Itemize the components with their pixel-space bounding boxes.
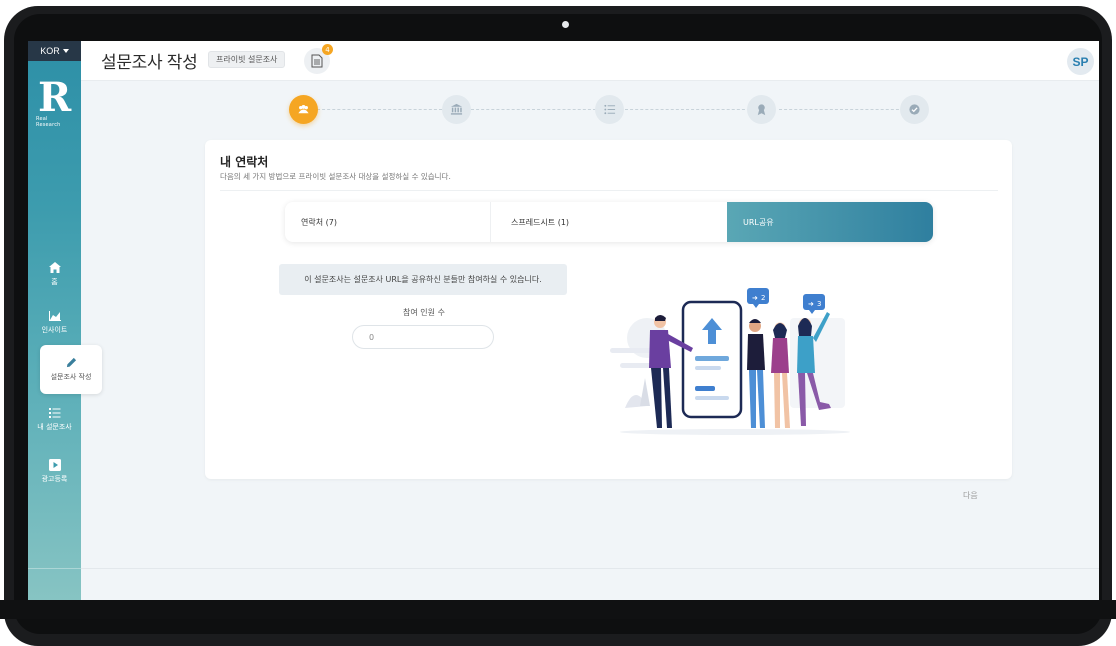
participant-count-label: 참여 인원 수: [403, 308, 445, 317]
step-questions[interactable]: [595, 95, 624, 124]
list-icon: [604, 104, 616, 115]
sidebar-item-label: 광고등록: [41, 475, 68, 483]
next-button[interactable]: 다음: [963, 490, 978, 501]
app-screen: KOR R Real Research 홈 인사이트 내 설문조사 광고등록 설…: [28, 41, 1099, 601]
document-count-badge: 4: [322, 44, 333, 55]
check-icon: [909, 104, 920, 115]
survey-type-badge: 프라이빗 설문조사: [208, 51, 286, 68]
sidebar-item-label: 홈: [51, 278, 58, 286]
sidebar-item-create-survey[interactable]: 설문조사 작성: [40, 345, 102, 394]
people-icon: [298, 104, 309, 114]
tab-url-share[interactable]: URL공유: [727, 202, 933, 242]
sidebar-divider: [28, 568, 81, 569]
sidebar-item-label: 설문조사 작성: [50, 373, 92, 381]
pencil-icon: [66, 357, 76, 368]
participant-count-input[interactable]: 0: [352, 325, 494, 349]
chevron-down-icon: [62, 49, 69, 53]
target-method-tabs: 연락처 (7) 스프레드시트 (1) URL공유: [285, 202, 933, 242]
stepper-connector: [779, 109, 904, 110]
step-organization[interactable]: [442, 95, 471, 124]
stepper-connector: [625, 109, 750, 110]
section-title: 내 연락처: [220, 155, 269, 169]
contacts-card: 내 연락처 다음의 세 가지 방법으로 프라이빗 설문조사 대상을 설정하실 수…: [205, 140, 1012, 479]
svg-text:➜: ➜: [752, 294, 758, 302]
stepper-connector: [471, 109, 596, 110]
step-reward[interactable]: [747, 95, 776, 124]
url-share-notice: 이 설문조사는 설문조사 URL을 공유하신 분들만 참여하실 수 있습니다.: [279, 264, 567, 295]
list-icon: [48, 408, 60, 418]
camera-icon: [562, 21, 569, 28]
sidebar-item-label: 내 설문조사: [37, 423, 72, 431]
language-selector[interactable]: KOR: [28, 41, 81, 61]
sidebar-item-my-surveys[interactable]: 내 설문조사: [28, 406, 81, 432]
award-icon: [757, 104, 766, 116]
tab-contacts[interactable]: 연락처 (7): [285, 202, 491, 242]
sidebar-item-ads[interactable]: 광고등록: [28, 458, 81, 484]
header: 설문조사 작성 프라이빗 설문조사 4 SP: [81, 41, 1099, 81]
sidebar-item-label: 인사이트: [41, 326, 68, 334]
avatar[interactable]: SP: [1067, 48, 1094, 75]
logo[interactable]: R Real Research: [36, 74, 72, 129]
logo-mark: R: [38, 74, 72, 121]
language-label: KOR: [40, 46, 60, 56]
sidebar-item-insight[interactable]: 인사이트: [28, 309, 81, 335]
laptop-chin: [0, 600, 1116, 619]
play-icon: [48, 459, 61, 471]
chart-icon: [48, 311, 61, 321]
stepper-connector: [317, 109, 442, 110]
footer-divider: [81, 568, 1099, 569]
page-title: 설문조사 작성: [101, 53, 198, 72]
bank-icon: [450, 103, 463, 115]
sidebar: KOR R Real Research 홈 인사이트 내 설문조사 광고등록: [28, 41, 81, 601]
share-badge-count: 2: [761, 294, 765, 302]
url-share-illustration: ➜ 2 ➜ 3: [610, 288, 850, 435]
document-icon: [311, 54, 323, 68]
step-participants[interactable]: [289, 95, 318, 124]
divider: [220, 190, 998, 191]
sidebar-item-home[interactable]: 홈: [28, 261, 81, 287]
section-subtitle: 다음의 세 가지 방법으로 프라이빗 설문조사 대상을 설정하실 수 있습니다.: [220, 172, 451, 181]
home-icon: [48, 262, 61, 273]
svg-text:➜: ➜: [808, 300, 814, 308]
step-complete[interactable]: [900, 95, 929, 124]
share-badge-count: 3: [817, 300, 821, 308]
tab-spreadsheet[interactable]: 스프레드시트 (1): [491, 202, 727, 242]
